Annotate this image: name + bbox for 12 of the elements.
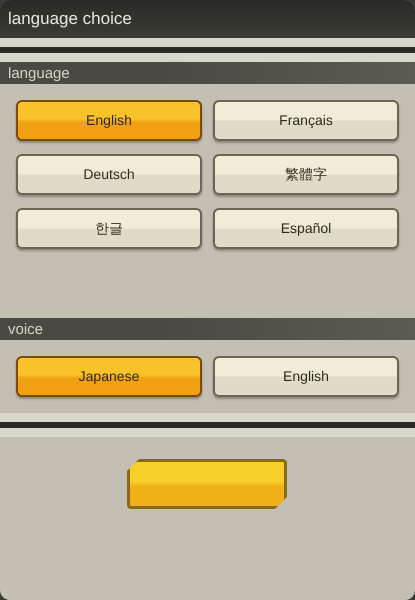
- option-button[interactable]: 한글: [16, 208, 202, 249]
- option-button[interactable]: 繁體字: [213, 154, 399, 195]
- action-button[interactable]: [127, 459, 287, 509]
- section-title: voice: [8, 321, 44, 338]
- option-button[interactable]: Japanese: [16, 356, 202, 397]
- section-title: language: [8, 65, 70, 82]
- option-button[interactable]: English: [16, 100, 202, 141]
- window-title: language choice: [8, 9, 132, 28]
- option-button[interactable]: Français: [213, 100, 399, 141]
- option-button[interactable]: English: [213, 356, 399, 397]
- option-button[interactable]: Deutsch: [16, 154, 202, 195]
- option-button[interactable]: Español: [213, 208, 399, 249]
